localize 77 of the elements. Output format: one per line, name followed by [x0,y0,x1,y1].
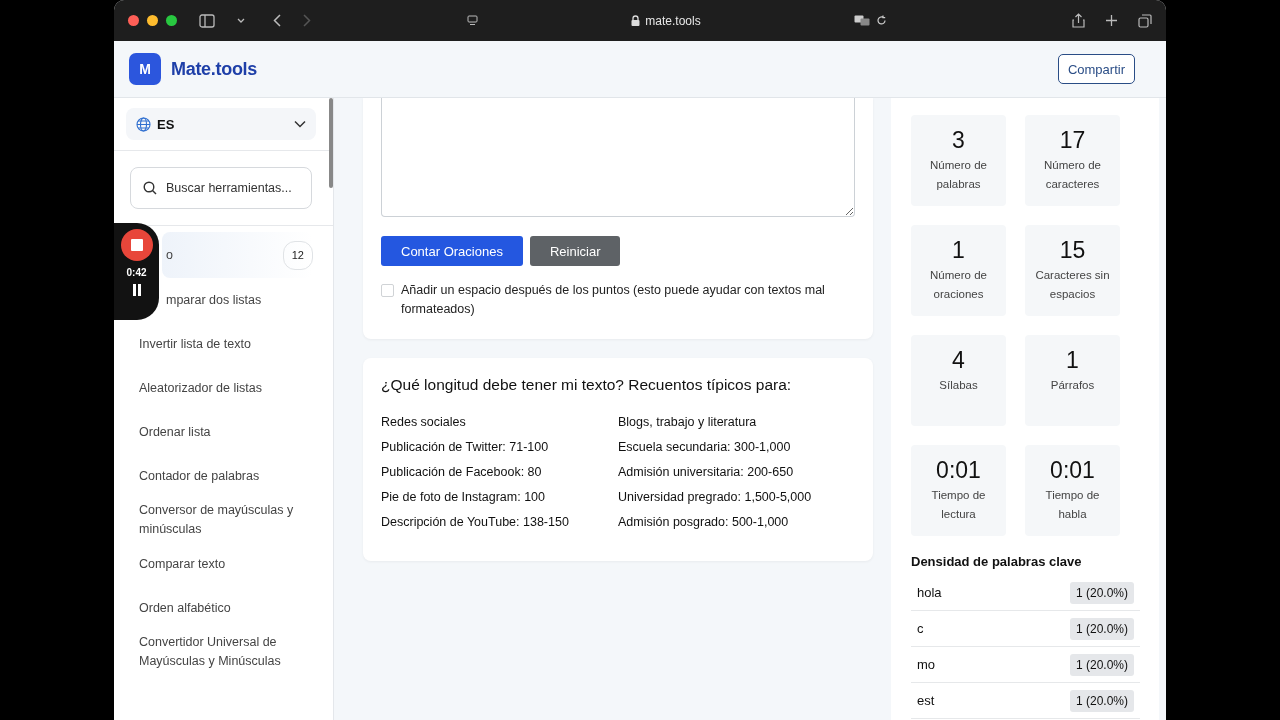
count-text: Pie de foto de Instagram: 100 [381,489,546,506]
share-icon[interactable] [1072,13,1085,28]
option-label[interactable]: Añadir un espacio después de los puntos (esto puede ayudar con textos mal formateados) [401,281,855,319]
column-heading: Blogs, trabajo y literatura [618,414,758,431]
section-title: ¿Qué longitud debe tener mi texto? Recuentos típicos para: [381,376,793,394]
chevron-down-icon[interactable] [237,17,245,24]
stat-value: 17 [1059,127,1086,154]
stat-label: Párrafos [1049,378,1096,393]
sidebar-item[interactable]: Ordenar lista [126,410,313,454]
translate-icon[interactable] [854,15,870,26]
stat-value: 0:01 [1050,457,1095,484]
chevron-down-icon [294,120,306,128]
stat-value: 1 [1066,347,1079,374]
stat-value: 4 [952,347,965,374]
stat-label: Caracteres sin espacios [1034,268,1111,302]
sidebar-item[interactable]: Comparar texto [126,542,313,586]
sidebar-item[interactable]: Invertir lista de texto [126,322,313,366]
keyword-count: 1 (20.0%) [1069,617,1134,640]
stat-value: 1 [952,237,965,264]
count-text: Admisión posgrado: 500-1,000 [618,514,790,531]
stat-label: Número de palabras [929,158,988,192]
sidebar-item[interactable]: Contador de palabras [126,454,313,498]
logo[interactable]: M [129,53,161,85]
globe-icon [136,116,151,132]
language-selector[interactable]: ES [126,108,316,140]
keyword-count: 1 (20.0%) [1069,653,1134,676]
stat-label: Sílabas [938,378,979,393]
sidebar-item[interactable]: Aleatorizador de listas [126,366,313,410]
sidebar-icon[interactable] [199,13,215,28]
column-heading: Redes sociales [381,414,467,431]
text-input-area[interactable] [381,98,855,217]
stat-label: Número de caracteres [1043,158,1102,192]
count-button[interactable]: Contar Oraciones [381,236,523,266]
count-text: Escuela secundaria: 300-1,000 [618,439,792,456]
keyword-text: c [917,621,924,636]
sidebar-item[interactable]: Orden alfabético [126,586,313,630]
count-text: Admisión universitaria: 200-650 [618,464,795,481]
section-title: Densidad de palabras clave [911,554,1083,569]
keyword-count: 1 (20.0%) [1069,581,1134,604]
search-field[interactable]: Buscar herramientas... [130,167,312,209]
keyword-text: hola [917,585,942,600]
sidebar-item[interactable]: o 12 [162,232,313,278]
count-badge: 12 [282,240,313,270]
count-text: Universidad pregrado: 1,500-5,000 [618,489,813,506]
stat-label: Tiempo de habla [1044,488,1101,522]
back-icon[interactable] [273,14,281,27]
url-text[interactable]: mate.tools [645,13,701,28]
stat-label: Tiempo de lectura [930,488,987,522]
count-text: Publicación de Facebook: 80 [381,464,543,481]
new-tab-icon[interactable] [1105,14,1118,27]
lock-icon [631,15,641,26]
zoom-window-button[interactable] [166,15,177,26]
recording-time: 0:42 [126,267,147,278]
pause-icon[interactable] [131,284,142,296]
stop-button[interactable] [120,229,153,261]
keyword-text: mo [917,657,936,672]
page-icon[interactable] [467,15,478,26]
stat-label: Número de oraciones [929,268,988,302]
stat-value: 3 [952,127,965,154]
keyword-text: est [917,693,935,708]
share-button[interactable]: Compartir [1057,54,1135,84]
minimize-window-button[interactable] [147,15,158,26]
stat-value: 0:01 [936,457,981,484]
count-text: Descripción de YouTube: 138-150 [381,514,570,531]
sidebar-item[interactable]: mparar dos listas [162,278,313,322]
close-window-button[interactable] [128,15,139,26]
checkbox[interactable] [381,284,394,297]
sidebar-item[interactable]: Conversor de mayúsculas y minúsculas [126,498,313,542]
reload-icon[interactable] [876,15,887,26]
brand-name[interactable]: Mate.tools [171,58,257,80]
sidebar-item[interactable]: Convertidor Universal de Mayúsculas y Minúsculas [126,630,313,674]
stat-value: 15 [1059,237,1086,264]
count-text: Publicación de Twitter: 71-100 [381,439,550,456]
search-icon [143,181,157,195]
reset-button[interactable]: Reiniciar [529,236,621,266]
tabs-overview-icon[interactable] [1138,13,1152,28]
keyword-count: 1 (20.0%) [1069,689,1134,712]
